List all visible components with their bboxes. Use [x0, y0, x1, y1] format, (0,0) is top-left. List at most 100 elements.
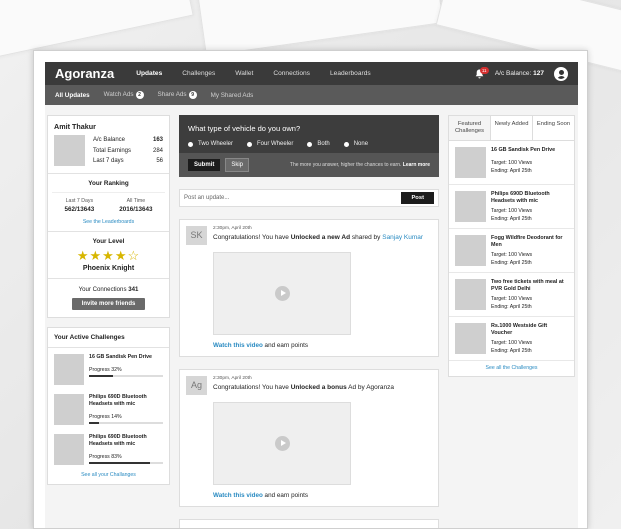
watch-cta: Watch this video and earn points	[213, 342, 432, 349]
featured-target: Target: 100 Views	[491, 252, 533, 258]
challenge-progress-text: Progress 32%	[89, 366, 122, 373]
watch-video-link[interactable]: Watch this video	[213, 342, 263, 349]
challenge-item[interactable]: 16 GB Sandisk Pen Drive Progress 32%	[48, 348, 169, 388]
rank-label: All Time	[126, 197, 146, 204]
skip-button[interactable]: Skip	[225, 158, 250, 172]
watch-video-link[interactable]: Watch this video	[213, 492, 263, 499]
user-avatar[interactable]	[554, 66, 568, 81]
rank-label: Last 7 Days	[65, 197, 94, 204]
watch-text: and earn points	[262, 492, 308, 499]
learn-more-link[interactable]: Learn more	[403, 162, 430, 168]
account-balance: A/c Balance: 127	[495, 70, 544, 77]
logo[interactable]: Agoranza	[55, 66, 114, 81]
balance-label: A/c Balance:	[494, 70, 532, 77]
option-two-wheeler[interactable]: Two Wheeler	[188, 141, 233, 147]
question-options: Two Wheeler Four Wheeler Both None	[179, 141, 439, 153]
note-text: The more you answer, higher the chances …	[289, 162, 402, 168]
sharer-link[interactable]: Sanjay Kumar	[382, 234, 423, 241]
tab-all-updates[interactable]: All Updates	[55, 92, 90, 99]
msg-text: Ad by Agoranza	[346, 384, 395, 391]
play-icon[interactable]	[275, 436, 290, 451]
featured-thumbnail	[455, 147, 486, 178]
featured-thumbnail	[455, 279, 486, 310]
nav-challenges[interactable]: Challenges	[182, 70, 215, 77]
radio-icon[interactable]	[188, 141, 193, 147]
connections-label: Your Connections	[78, 285, 127, 293]
stat-row: A/c Balance 163	[93, 135, 163, 146]
option-both[interactable]: Both	[307, 141, 330, 147]
feed-avatar[interactable]: Ag	[186, 376, 207, 395]
sub-nav: All Updates Watch Ads 2 Share Ads 9 My Sha…	[45, 85, 578, 105]
rank-value: 2016/13643	[119, 205, 153, 213]
feed-time: 2:30pm, April 20th	[213, 226, 252, 231]
rank-value: 562/13643	[64, 205, 95, 213]
tab-ending-soon[interactable]: Ending Soon	[532, 116, 574, 140]
left-column: Amit Thakur A/c Balance 163 Total Earning…	[47, 115, 170, 485]
featured-title: 16 GB Sandisk Pen Drive	[491, 147, 556, 153]
leaderboards-link[interactable]: See the Leaderboards	[83, 219, 134, 225]
invite-friends-button[interactable]: Invite more friends	[71, 297, 146, 310]
featured-title: Two free tickets with meal at PVR Gold D…	[491, 279, 564, 292]
option-label: Both	[317, 141, 330, 147]
feed-item: SK 2:30pm, April 20th Congratulations! Y…	[179, 219, 439, 357]
middle-column: What type of vehicle do you own? Two Whe…	[179, 115, 439, 528]
featured-item[interactable]: Fogg Wildfire Deodorant for Men Target: 1…	[449, 229, 574, 273]
featured-ending: Ending: April 25th	[491, 168, 532, 174]
tab-featured-challenges[interactable]: Featured Challenges	[449, 116, 490, 140]
tab-share-ads[interactable]: Share Ads 9	[158, 91, 197, 99]
option-none[interactable]: None	[343, 141, 369, 147]
nav-wallet[interactable]: Wallet	[235, 70, 253, 77]
nav-links: Updates Challenges Wallet Connections Le…	[136, 70, 370, 77]
profile-photo[interactable]	[54, 135, 85, 166]
challenge-progress-text: Progress 14%	[89, 413, 122, 420]
profile-stats: A/c Balance 163 Total Earnings 284 Last 7 …	[93, 135, 163, 167]
featured-ending: Ending: April 25th	[491, 348, 532, 354]
radio-icon[interactable]	[343, 141, 349, 147]
notification-bell-icon[interactable]: 11	[475, 66, 489, 79]
nav-updates[interactable]: Updates	[136, 70, 162, 77]
challenge-title: 16 GB Sandisk Pen Drive	[89, 353, 153, 360]
tab-my-shared-ads[interactable]: My Shared Ads	[211, 92, 254, 99]
watch-text: and earn points	[262, 342, 308, 349]
challenge-item[interactable]: Philips 690D Bluetooth Headsets with mic…	[48, 428, 169, 468]
notification-count: 11	[479, 66, 489, 74]
featured-title: Fogg Wildfire Deodorant for Men	[491, 235, 563, 248]
connections-count: 341	[128, 285, 139, 293]
ranking-section: Your Ranking Last 7 Days 562/13643 All T…	[48, 172, 169, 231]
msg-text: shared by	[350, 234, 383, 241]
active-challenges-title: Your Active Challenges	[48, 328, 169, 348]
level-section: Your Level ★★★★☆ Phoenix Knight	[48, 230, 169, 278]
challenge-item[interactable]: Philips 690D Bluetooth Headsets with mic…	[48, 388, 169, 428]
play-icon[interactable]	[275, 286, 290, 301]
challenge-title: Philips 690D Bluetooth Headsets with mic	[89, 433, 147, 447]
radio-icon[interactable]	[307, 141, 313, 147]
nav-connections[interactable]: Connections	[273, 70, 310, 77]
see-all-featured-link[interactable]: See all the Challenges	[486, 365, 538, 371]
stat-row: Last 7 days 56	[93, 156, 163, 167]
tab-watch-ads[interactable]: Watch Ads 2	[104, 91, 144, 99]
question-note: The more you answer, higher the chances …	[290, 162, 430, 168]
featured-item[interactable]: Philips 690D Bluetooth Headsets with mic…	[449, 185, 574, 229]
video-player[interactable]	[213, 402, 351, 485]
option-label: None	[353, 141, 369, 147]
stat-label: A/c Balance	[93, 137, 126, 143]
feed-time: 2:30pm, April 20th	[213, 376, 252, 381]
featured-item[interactable]: 16 GB Sandisk Pen Drive Target: 100 Views…	[449, 141, 574, 185]
challenge-thumbnail	[54, 393, 84, 425]
feed-item	[179, 519, 439, 528]
submit-button[interactable]: Submit	[188, 159, 221, 171]
see-all-challenges-link[interactable]: See all your Challanges	[81, 472, 136, 478]
nav-leaderboards[interactable]: Leaderboards	[330, 70, 371, 77]
challenge-title: Philips 690D Bluetooth Headsets with mic	[89, 393, 147, 407]
tab-newly-added[interactable]: Newly Added	[490, 116, 532, 140]
feed-avatar[interactable]: SK	[186, 226, 207, 245]
post-button[interactable]: Post	[401, 192, 434, 204]
featured-item[interactable]: Two free tickets with meal at PVR Gold D…	[449, 273, 574, 317]
featured-title: Rs.1000 Westside Gift Voucher	[491, 323, 548, 336]
radio-icon[interactable]	[247, 141, 253, 147]
post-update-input[interactable]: Post an update...	[184, 195, 401, 201]
option-four-wheeler[interactable]: Four Wheeler	[247, 141, 293, 147]
profile-name[interactable]: Amit Thakur	[48, 116, 169, 135]
video-player[interactable]	[213, 252, 351, 335]
featured-item[interactable]: Rs.1000 Westside Gift Voucher Target: 100…	[449, 317, 574, 361]
